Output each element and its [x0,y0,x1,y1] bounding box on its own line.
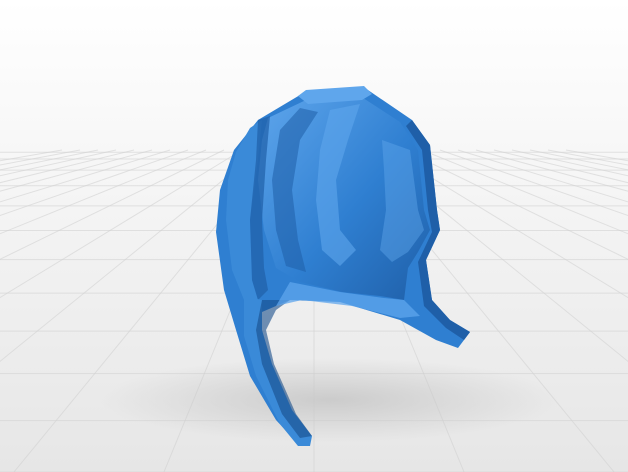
model-shadow [100,358,560,442]
render-scene [0,0,628,472]
model-viewport[interactable] [0,0,628,472]
